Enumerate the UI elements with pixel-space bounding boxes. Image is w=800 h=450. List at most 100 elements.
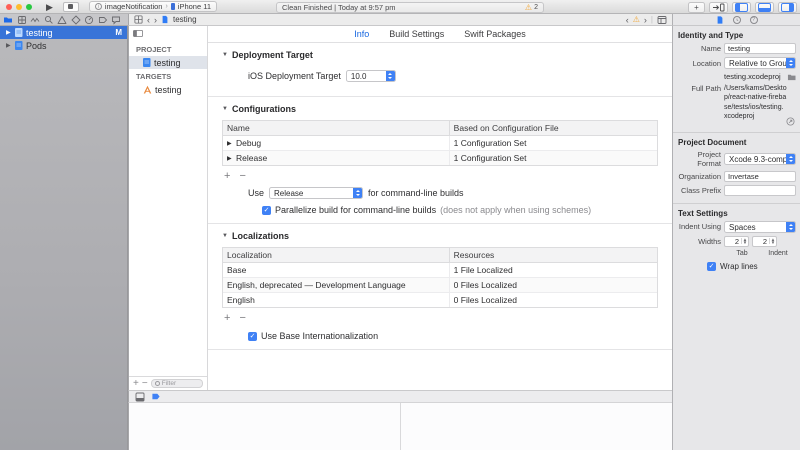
- go-back-button[interactable]: ‹: [147, 15, 150, 25]
- base-internationalization-checkbox[interactable]: ✓: [248, 332, 257, 341]
- toggle-debug-area-button[interactable]: [755, 2, 774, 13]
- disclosure-triangle-icon[interactable]: ▶: [227, 155, 233, 162]
- project-navigator-icon[interactable]: [3, 15, 13, 25]
- minimize-window-button[interactable]: [16, 4, 22, 10]
- quick-help-inspector-icon[interactable]: ?: [750, 16, 758, 24]
- targets-list-toggle-icon[interactable]: [133, 29, 143, 38]
- filter-field[interactable]: Filter: [151, 379, 203, 388]
- scheme-selector[interactable]: i imageNotification › iPhone 11: [89, 1, 217, 12]
- command-line-config-popup[interactable]: Release: [269, 187, 363, 199]
- navigator-item-pods[interactable]: ▶ Pods: [0, 39, 127, 52]
- popup-arrows-icon: [353, 188, 362, 198]
- stepper-arrows-icon[interactable]: ▲▼: [741, 238, 748, 244]
- add-target-button[interactable]: +: [133, 378, 139, 389]
- go-forward-button[interactable]: ›: [154, 15, 157, 25]
- sidebar-item-project-testing[interactable]: testing: [129, 56, 207, 69]
- disclosure-triangle-icon[interactable]: ▶: [6, 29, 12, 36]
- disclosure-triangle-icon[interactable]: ▼: [222, 106, 228, 112]
- table-row[interactable]: English 0 Files Localized: [223, 293, 657, 307]
- configurations-table: Name Based on Configuration File ▶Debug …: [222, 120, 658, 166]
- project-format-label: Project Format: [677, 150, 721, 168]
- class-prefix-field[interactable]: [724, 185, 796, 196]
- section-deployment-target[interactable]: ▼ Deployment Target: [208, 43, 672, 64]
- run-button[interactable]: ▶: [46, 0, 53, 14]
- disclosure-triangle-icon[interactable]: ▶: [6, 42, 12, 49]
- find-navigator-icon[interactable]: [44, 15, 54, 25]
- symbol-navigator-icon[interactable]: [30, 15, 40, 25]
- editor-options-icon[interactable]: [657, 15, 667, 25]
- disclosure-triangle-icon[interactable]: ▼: [222, 233, 228, 239]
- source-control-status-badge: M: [115, 28, 122, 37]
- warning-badge[interactable]: ⚠ 2: [525, 3, 538, 13]
- tab-info[interactable]: Info: [354, 29, 369, 39]
- tab-build-settings[interactable]: Build Settings: [389, 29, 444, 39]
- debug-bar: [128, 390, 672, 403]
- reveal-in-finder-icon[interactable]: [786, 117, 795, 126]
- parallelize-label: Parallelize build for command-line build…: [275, 205, 436, 215]
- toggle-inspector-button[interactable]: [778, 2, 797, 13]
- source-control-navigator-icon[interactable]: [17, 15, 27, 25]
- location-folder-icon[interactable]: [787, 73, 796, 81]
- name-field[interactable]: [724, 43, 796, 54]
- table-row[interactable]: English, deprecated — Development Langua…: [223, 278, 657, 293]
- close-window-button[interactable]: [6, 4, 12, 10]
- remove-localization-button[interactable]: −: [239, 312, 245, 324]
- issue-warning-icon[interactable]: ⚠: [633, 15, 640, 25]
- wrap-lines-checkbox[interactable]: ✓: [707, 262, 716, 271]
- disclosure-triangle-icon[interactable]: ▶: [227, 140, 233, 147]
- organization-field[interactable]: [724, 171, 796, 182]
- table-row[interactable]: ▶Debug 1 Configuration Set: [223, 136, 657, 151]
- table-row[interactable]: Base 1 File Localized: [223, 263, 657, 278]
- remove-configuration-button[interactable]: −: [239, 170, 245, 182]
- column-based-on[interactable]: Based on Configuration File: [449, 121, 657, 135]
- next-issue-button[interactable]: ›: [644, 15, 647, 25]
- indent-width-stepper[interactable]: 2 ▲▼: [752, 236, 777, 247]
- debug-area: [128, 403, 672, 450]
- jump-bar-file[interactable]: testing: [173, 15, 197, 24]
- project-format-popup[interactable]: Xcode 9.3-compatible: [724, 153, 796, 165]
- console-view[interactable]: [400, 403, 672, 450]
- tab-column-label: Tab: [724, 250, 760, 257]
- add-configuration-button[interactable]: +: [224, 170, 230, 182]
- tab-swift-packages[interactable]: Swift Packages: [464, 29, 526, 39]
- column-name[interactable]: Name: [223, 121, 449, 135]
- test-navigator-icon[interactable]: [71, 15, 81, 25]
- debug-navigator-icon[interactable]: [84, 15, 94, 25]
- jump-bar: ‹ › testing ‹ ⚠ › |: [128, 14, 672, 26]
- tab-width-stepper[interactable]: 2 ▲▼: [724, 236, 749, 247]
- disclosure-triangle-icon[interactable]: ▼: [222, 52, 228, 58]
- hide-debug-area-icon[interactable]: [135, 392, 145, 402]
- breakpoint-navigator-icon[interactable]: [98, 15, 108, 25]
- previous-issue-button[interactable]: ‹: [626, 15, 629, 25]
- indent-using-popup[interactable]: Spaces: [724, 221, 796, 233]
- sidebar-item-label: testing: [155, 85, 182, 95]
- zoom-window-button[interactable]: [26, 4, 32, 10]
- breakpoints-toggle-icon[interactable]: [151, 392, 161, 401]
- library-add-button[interactable]: +: [688, 2, 705, 13]
- organization-label: Organization: [677, 172, 721, 181]
- localization-resources: 0 Files Localized: [449, 293, 657, 307]
- editor-split-button[interactable]: [709, 2, 728, 13]
- ios-deployment-target-popup[interactable]: 10.0: [346, 70, 396, 82]
- variables-view: [129, 403, 400, 450]
- sidebar-item-target-testing[interactable]: testing: [129, 83, 207, 96]
- column-localization[interactable]: Localization: [223, 248, 449, 262]
- navigator-item-testing[interactable]: ▶ testing M: [0, 26, 127, 39]
- section-configurations[interactable]: ▼ Configurations: [208, 97, 672, 118]
- table-row[interactable]: ▶Release 1 Configuration Set: [223, 151, 657, 165]
- issue-navigator-icon[interactable]: [57, 15, 67, 25]
- parallelize-checkbox[interactable]: ✓: [262, 206, 271, 215]
- navigator-panel-icon: [735, 3, 748, 12]
- history-inspector-icon[interactable]: [733, 16, 741, 24]
- add-localization-button[interactable]: +: [224, 312, 230, 324]
- location-popup[interactable]: Relative to Group: [724, 57, 796, 69]
- related-items-icon[interactable]: [134, 15, 143, 24]
- report-navigator-icon[interactable]: [111, 15, 121, 25]
- stop-button[interactable]: [63, 2, 79, 12]
- file-inspector-icon[interactable]: [716, 15, 724, 25]
- section-localizations[interactable]: ▼ Localizations: [208, 224, 672, 245]
- toggle-navigator-button[interactable]: [732, 2, 751, 13]
- column-resources[interactable]: Resources: [449, 248, 657, 262]
- stepper-arrows-icon[interactable]: ▲▼: [769, 238, 776, 244]
- remove-target-button[interactable]: −: [142, 378, 148, 389]
